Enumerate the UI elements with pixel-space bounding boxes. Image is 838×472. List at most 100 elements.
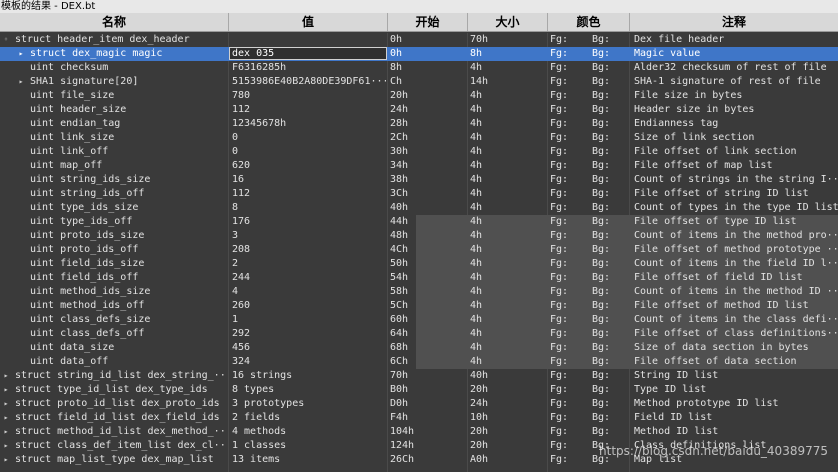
row-name: uint header_size	[30, 104, 127, 115]
row-start: 2Ch	[390, 132, 409, 143]
row-comment: File offset of method ID list	[634, 300, 809, 311]
row-comment: Dex file header	[634, 34, 725, 45]
row-size: 20h	[470, 384, 489, 395]
row-comment: File size in bytes	[634, 90, 743, 101]
row-start: 6Ch	[390, 356, 409, 367]
table-row[interactable]: ▸ struct method_id_list dex_method_··· 4 m…	[0, 425, 838, 439]
table-row[interactable]: uint class_defs_off 292 64h 4h Fg: Bg: File of…	[0, 327, 838, 341]
row-color-bg: Bg:	[592, 286, 611, 297]
expand-icon[interactable]: ▸	[1, 397, 11, 411]
column-header-value[interactable]: 值	[229, 13, 388, 31]
column-header-start[interactable]: 开始	[388, 13, 468, 31]
table-row[interactable]: uint endian_tag 12345678h 28h 4h Fg: Bg: Endia…	[0, 117, 838, 131]
table-row[interactable]: uint proto_ids_off 208 4Ch 4h Fg: Bg: File off…	[0, 243, 838, 257]
row-comment: Magic value	[634, 48, 701, 59]
table-row[interactable]: uint link_off 0 30h 4h Fg: Bg: File offset of …	[0, 145, 838, 159]
column-header-name[interactable]: 名称	[0, 13, 229, 31]
table-row[interactable]: uint type_ids_off 176 44h 4h Fg: Bg: File offs…	[0, 215, 838, 229]
row-name: uint field_ids_off	[30, 272, 139, 283]
row-value: 5153986E40B2A80DE39DF61···	[232, 76, 386, 87]
table-row[interactable]: uint data_size 456 68h 4h Fg: Bg: Size of data…	[0, 341, 838, 355]
row-name: struct type_id_list dex_type_ids	[15, 384, 208, 395]
table-row[interactable]: ▸ SHA1 signature[20] 5153986E40B2A80DE39DF…	[0, 75, 838, 89]
row-color-fg: Fg:	[550, 132, 569, 143]
row-name: uint class_defs_size	[30, 314, 151, 325]
collapse-icon[interactable]: ◦	[1, 33, 11, 47]
row-comment: Count of types in the type ID list	[634, 202, 838, 213]
row-name: uint file_size	[30, 90, 115, 101]
expand-icon[interactable]: ▸	[1, 411, 11, 425]
row-size: 4h	[470, 272, 483, 283]
row-size: 4h	[470, 118, 483, 129]
row-color-fg: Fg:	[550, 244, 569, 255]
row-color-fg: Fg:	[550, 258, 569, 269]
row-color-bg: Bg:	[592, 76, 611, 87]
row-color-bg: Bg:	[592, 300, 611, 311]
row-size: 4h	[470, 328, 483, 339]
table-row[interactable]: ◦ struct header_item dex_header 0h 70h Fg: Bg…	[0, 33, 838, 47]
table-row[interactable]: uint map_off 620 34h 4h Fg: Bg: File offset of…	[0, 159, 838, 173]
row-start: 64h	[390, 328, 409, 339]
row-value: 2	[232, 258, 239, 269]
column-header-size[interactable]: 大小	[468, 13, 548, 31]
row-name: uint map_off	[30, 160, 103, 171]
table-row[interactable]: uint header_size 112 24h 4h Fg: Bg: Header siz…	[0, 103, 838, 117]
row-value: 1	[232, 314, 239, 325]
table-row[interactable]: uint data_off 324 6Ch 4h Fg: Bg: File offset o…	[0, 355, 838, 369]
row-comment: Endianness tag	[634, 118, 719, 129]
row-value: dex 035	[232, 48, 275, 59]
row-color-fg: Fg:	[550, 146, 569, 157]
row-color-fg: Fg:	[550, 370, 569, 381]
row-value: 16	[232, 174, 245, 185]
row-color-fg: Fg:	[550, 300, 569, 311]
table-row[interactable]: uint field_ids_size 2 50h 4h Fg: Bg: Count of …	[0, 257, 838, 271]
row-value: F6316285h	[232, 62, 287, 73]
row-start: 34h	[390, 160, 409, 171]
table-row[interactable]: uint string_ids_size 16 38h 4h Fg: Bg: Count o…	[0, 173, 838, 187]
table-row[interactable]: ▸ struct string_id_list dex_string_··· 16 …	[0, 369, 838, 383]
row-value: 12345678h	[232, 118, 287, 129]
expand-icon[interactable]: ▸	[16, 47, 26, 61]
table-row[interactable]: ▸ struct dex_magic magic dex 035 0h 8h Fg: Bg:…	[0, 47, 838, 61]
table-row[interactable]: ▸ struct field_id_list dex_field_ids 2 fie…	[0, 411, 838, 425]
row-value: 8 types	[232, 384, 275, 395]
table-row[interactable]: ▸ struct proto_id_list dex_proto_ids 3 pro…	[0, 397, 838, 411]
row-name: uint proto_ids_size	[30, 230, 145, 241]
column-header-color[interactable]: 颜色	[548, 13, 630, 31]
row-size: 4h	[470, 160, 483, 171]
table-row[interactable]: uint type_ids_size 8 40h 4h Fg: Bg: Count of t…	[0, 201, 838, 215]
table-row[interactable]: uint string_ids_off 112 3Ch 4h Fg: Bg: File of…	[0, 187, 838, 201]
row-name: uint method_ids_size	[30, 286, 151, 297]
table-row[interactable]: ▸ struct type_id_list dex_type_ids 8 types…	[0, 383, 838, 397]
table-row[interactable]: uint file_size 780 20h 4h Fg: Bg: File size in…	[0, 89, 838, 103]
expand-icon[interactable]: ▸	[1, 369, 11, 383]
table-row[interactable]: uint field_ids_off 244 54h 4h Fg: Bg: File off…	[0, 271, 838, 285]
row-comment: Count of items in the class defi···	[634, 314, 838, 325]
expand-icon[interactable]: ▸	[1, 425, 11, 439]
row-value: 4	[232, 286, 239, 297]
expand-icon[interactable]: ▸	[1, 383, 11, 397]
column-header-comment[interactable]: 注释	[630, 13, 838, 31]
row-color-fg: Fg:	[550, 398, 569, 409]
row-color-bg: Bg:	[592, 118, 611, 129]
row-start: 8h	[390, 62, 403, 73]
template-results-tree[interactable]: ◦ struct header_item dex_header 0h 70h Fg: Bg…	[0, 33, 838, 472]
table-row[interactable]: uint method_ids_size 4 58h 4h Fg: Bg: Count of…	[0, 285, 838, 299]
row-comment: Type ID list	[634, 384, 707, 395]
table-row[interactable]: uint class_defs_size 1 60h 4h Fg: Bg: Count of…	[0, 313, 838, 327]
row-size: 4h	[470, 62, 483, 73]
row-size: 20h	[470, 440, 489, 451]
row-color-bg: Bg:	[592, 314, 611, 325]
table-row[interactable]: uint checksum F6316285h 8h 4h Fg: Bg: Alder32 …	[0, 61, 838, 75]
expand-icon[interactable]: ▸	[16, 75, 26, 89]
row-color-fg: Fg:	[550, 48, 569, 59]
expand-icon[interactable]: ▸	[1, 439, 11, 453]
table-row[interactable]: uint link_size 0 2Ch 4h Fg: Bg: Size of link s…	[0, 131, 838, 145]
expand-icon[interactable]: ▸	[1, 453, 11, 467]
table-row[interactable]: uint proto_ids_size 3 48h 4h Fg: Bg: Count of …	[0, 229, 838, 243]
watermark-text: https://blog.csdn.net/baidu_40389775	[599, 444, 828, 458]
row-value: 0	[232, 132, 239, 143]
row-start: 4Ch	[390, 244, 409, 255]
table-row[interactable]: uint method_ids_off 260 5Ch 4h Fg: Bg: File of…	[0, 299, 838, 313]
row-comment: File offset of string ID list	[634, 188, 809, 199]
